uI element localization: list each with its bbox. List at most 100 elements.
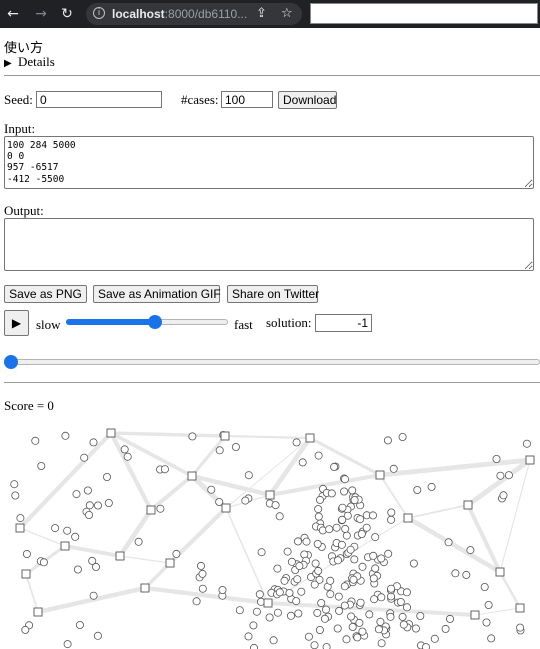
residence-node xyxy=(411,624,420,633)
station-node xyxy=(515,603,525,613)
address-bar[interactable]: i localhost:8000/db6110... xyxy=(86,3,302,25)
residence-node xyxy=(357,530,366,539)
solution-input[interactable] xyxy=(315,314,372,332)
turn-slider[interactable] xyxy=(4,355,540,369)
residence-node xyxy=(341,524,350,533)
residence-node xyxy=(321,605,330,614)
bookmark-star-icon[interactable]: ☆ xyxy=(281,6,293,21)
residence-node xyxy=(353,633,362,642)
save-png-button[interactable]: Save as PNG xyxy=(4,285,87,303)
residence-node xyxy=(349,575,358,584)
residence-node xyxy=(396,597,405,606)
input-textarea[interactable]: 100 284 5000 0 0 957 -6517 -412 -5500 xyxy=(4,136,534,189)
site-info-icon[interactable]: i xyxy=(93,7,105,19)
extension-input[interactable] xyxy=(310,3,538,24)
fast-label: fast xyxy=(234,317,253,332)
residence-node xyxy=(304,632,313,641)
residence-node xyxy=(335,606,344,615)
station-node xyxy=(15,523,25,533)
residence-node xyxy=(516,623,525,632)
residence-node xyxy=(466,546,475,555)
station-node xyxy=(106,428,116,438)
residence-node xyxy=(358,627,367,636)
residence-node xyxy=(427,482,436,491)
residence-node xyxy=(31,436,40,445)
cases-input[interactable] xyxy=(221,91,273,108)
residence-node xyxy=(287,557,296,566)
residence-node xyxy=(198,569,207,578)
residence-node xyxy=(318,526,327,535)
seed-input[interactable] xyxy=(36,91,162,108)
station-node xyxy=(525,455,535,465)
residence-node xyxy=(374,625,383,634)
disclosure-triangle-icon: ▶ xyxy=(4,58,12,69)
station-node xyxy=(221,503,231,513)
residence-node xyxy=(333,624,342,633)
residence-node xyxy=(10,480,19,489)
residence-node xyxy=(249,621,258,630)
residence-node xyxy=(313,540,322,549)
residence-node xyxy=(94,501,103,510)
details-label: Details xyxy=(17,54,55,69)
residence-node xyxy=(347,612,356,621)
reload-icon[interactable]: ↻ xyxy=(58,5,76,23)
residence-node xyxy=(371,564,380,573)
residence-node xyxy=(376,617,385,626)
residence-node xyxy=(123,452,132,461)
residence-node xyxy=(273,608,282,617)
play-icon: ▶ xyxy=(11,316,22,330)
save-gif-button[interactable]: Save as Animation GIF xyxy=(93,285,221,303)
station-node xyxy=(305,433,315,443)
download-button[interactable]: Download xyxy=(278,91,337,109)
speed-slider-thumb[interactable] xyxy=(148,315,163,329)
residence-node xyxy=(337,540,346,549)
share-twitter-button[interactable]: Share on Twitter xyxy=(227,285,319,303)
station-node xyxy=(470,610,480,620)
residence-node xyxy=(63,640,72,649)
residence-node xyxy=(365,610,374,619)
input-label: Input: xyxy=(4,121,36,136)
residence-node xyxy=(384,549,393,558)
residence-node xyxy=(504,471,513,480)
residence-node xyxy=(85,511,94,520)
residence-node xyxy=(383,436,392,445)
station-node xyxy=(463,500,473,510)
play-button[interactable]: ▶ xyxy=(4,310,29,336)
share-icon[interactable]: ⇪ xyxy=(256,6,267,21)
residence-layer xyxy=(10,431,531,649)
turn-slider-thumb[interactable] xyxy=(4,355,18,369)
speed-slider[interactable] xyxy=(66,315,228,329)
residence-node xyxy=(402,588,411,597)
residence-node xyxy=(315,625,324,634)
edge-line xyxy=(19,527,66,547)
residence-node xyxy=(292,438,301,447)
residence-node xyxy=(369,551,378,560)
residence-node xyxy=(342,635,351,644)
residence-node xyxy=(399,620,408,629)
residence-node xyxy=(409,559,418,568)
residence-node xyxy=(320,614,329,623)
residence-node xyxy=(37,462,46,471)
station-node xyxy=(115,551,125,561)
details-summary[interactable]: ▶ Details xyxy=(4,54,55,70)
back-arrow-icon[interactable]: ← xyxy=(4,5,22,23)
residence-node xyxy=(241,496,250,505)
forward-arrow-icon[interactable]: → xyxy=(32,5,50,23)
station-node xyxy=(375,470,385,480)
visualization-canvas xyxy=(10,428,535,649)
residence-node xyxy=(73,565,82,574)
residence-node xyxy=(275,512,284,521)
output-textarea[interactable] xyxy=(4,218,534,271)
edge-line xyxy=(64,544,121,558)
residence-node xyxy=(218,585,227,594)
residence-node xyxy=(39,558,48,567)
residence-node xyxy=(387,584,396,593)
residence-node xyxy=(295,561,304,570)
station-node xyxy=(146,505,156,515)
residence-node xyxy=(522,439,531,448)
edge-line xyxy=(149,474,194,512)
url-text: localhost:8000/db6110... xyxy=(112,7,248,21)
residence-node xyxy=(487,634,496,643)
station-node xyxy=(187,471,197,481)
residence-node xyxy=(120,445,129,454)
